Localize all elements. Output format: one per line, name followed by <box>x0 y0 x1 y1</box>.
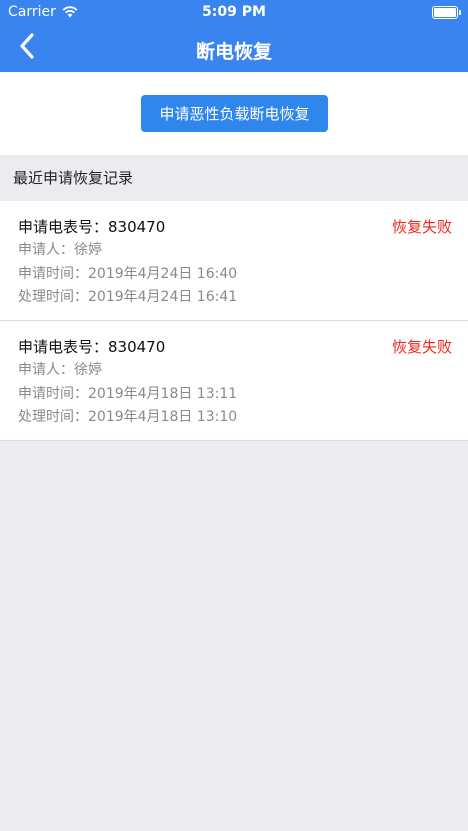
record-applicant: 申请人：徐婷 <box>18 362 102 378</box>
battery-icon <box>432 6 461 19</box>
record-apply-time: 申请时间：2019年4月24日 16:40 <box>18 265 238 282</box>
chevron-left-icon <box>19 33 35 63</box>
record-item[interactable]: 申请电表号：830470 申请人：徐婷 申请时间：2019年4月18日 13:1… <box>0 321 468 441</box>
action-area: 申请恶性负载断电恢复 <box>0 72 468 155</box>
status-bar: Carrier 5:09 PM <box>0 0 468 24</box>
record-apply-time: 申请时间：2019年4月18日 13:11 <box>18 385 238 402</box>
record-meter: 申请电表号：830470 <box>18 218 166 236</box>
record-item[interactable]: 申请电表号：830470 申请人：徐婷 申请时间：2019年4月24日 16:4… <box>0 201 468 321</box>
page-title: 断电恢复 <box>195 41 272 63</box>
status-time: 5:09 PM <box>202 4 266 20</box>
back-button[interactable] <box>10 30 44 66</box>
records-list: 申请电表号：830470 申请人：徐婷 申请时间：2019年4月24日 16:4… <box>0 201 468 441</box>
nav-bar: 断电恢复 <box>0 24 468 72</box>
record-process-time: 处理时间：2019年4月24日 16:41 <box>18 289 238 305</box>
record-meter: 申请电表号：830470 <box>18 338 166 356</box>
record-applicant: 申请人：徐婷 <box>18 242 102 258</box>
record-status-badge: 恢复失败 <box>391 338 452 356</box>
record-process-time: 处理时间：2019年4月18日 13:10 <box>18 409 238 425</box>
section-title: 最近申请恢复记录 <box>0 155 468 201</box>
app-header: Carrier 5:09 PM 断电恢复 <box>0 0 468 72</box>
apply-restore-button[interactable]: 申请恶性负载断电恢复 <box>141 95 328 132</box>
record-status-badge: 恢复失败 <box>391 218 452 236</box>
